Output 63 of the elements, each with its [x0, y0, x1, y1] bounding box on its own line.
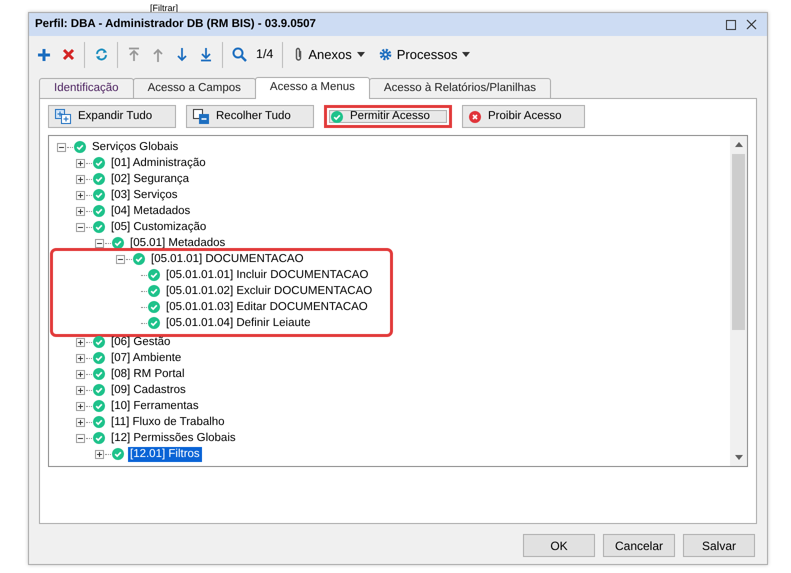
expander-icon[interactable]: [76, 386, 85, 394]
tree-item[interactable]: [09] Cadastros: [109, 382, 188, 398]
expander-icon[interactable]: [76, 158, 85, 168]
tree-item[interactable]: [03] Serviços: [109, 188, 180, 202]
expander-icon[interactable]: [76, 418, 85, 426]
attachments-menu[interactable]: Anexos: [288, 44, 371, 64]
tree-item[interactable]: [05] Customização: [109, 220, 208, 234]
expander-icon[interactable]: [57, 142, 66, 152]
action-button[interactable]: Recolher Tudo: [186, 105, 314, 128]
expander-icon[interactable]: [76, 402, 85, 410]
tree-item[interactable]: [05.01.01.03] Editar DOCUMENTACAO: [164, 300, 370, 314]
check-circle-icon: [331, 110, 343, 122]
maximize-icon[interactable]: [726, 20, 736, 30]
close-icon[interactable]: [746, 19, 756, 30]
tree-item[interactable]: [06] Gestão: [109, 334, 172, 350]
expander-icon[interactable]: [76, 354, 85, 362]
scrollbar[interactable]: [730, 136, 747, 466]
caret-icon: [356, 52, 365, 57]
tree-item[interactable]: [05.01] Metadados: [128, 236, 228, 250]
tree-item[interactable]: [04] Metadados: [109, 204, 192, 218]
tree-item[interactable]: [01] Administração: [109, 156, 208, 170]
expander-icon[interactable]: [76, 370, 85, 378]
action-button[interactable]: Proibir Acesso: [462, 105, 585, 128]
tree-item[interactable]: [11] Fluxo de Trabalho: [109, 414, 227, 430]
tree-item[interactable]: [10] Ferramentas: [109, 398, 201, 414]
processes-menu[interactable]: Processos: [372, 44, 476, 64]
tree-item[interactable]: [05.01.01.01] Incluir DOCUMENTACAO: [164, 268, 370, 282]
action-button[interactable]: Permitir Acesso: [324, 105, 452, 128]
tab[interactable]: Acesso a Menus: [254, 77, 370, 99]
tree-item[interactable]: [05.01.01.04] Definir Leiaute: [164, 316, 312, 330]
expander-icon[interactable]: [116, 254, 125, 264]
expand-all-icon: [55, 109, 71, 124]
expander-icon[interactable]: [76, 190, 85, 200]
tab[interactable]: Identificação: [39, 78, 134, 98]
expander-icon[interactable]: [95, 450, 104, 458]
paperclip-icon: [294, 47, 304, 62]
action-button[interactable]: Expandir Tudo: [48, 105, 176, 128]
expander-icon[interactable]: [95, 238, 104, 248]
dialog-button[interactable]: OK: [523, 534, 595, 557]
expander-icon[interactable]: [76, 206, 85, 216]
dialog-button[interactable]: Cancelar: [603, 534, 675, 557]
window-title: Perfil: DBA - Administrador DB (RM BIS) - 03.9.0507: [35, 16, 317, 32]
gear-icon: [378, 48, 392, 61]
tree-item[interactable]: [05.01.01] DOCUMENTACAO: [149, 252, 306, 266]
scroll-up-arrow-icon[interactable]: [734, 142, 742, 147]
tree-item[interactable]: [08] RM Portal: [109, 366, 186, 382]
expander-icon[interactable]: [76, 222, 85, 232]
scroll-down-arrow-icon[interactable]: [734, 455, 742, 460]
tree-item[interactable]: Serviços Globais: [90, 140, 180, 154]
caret-icon: [462, 52, 470, 57]
page-indicator: 1/4: [255, 46, 274, 64]
expander-icon[interactable]: [76, 338, 85, 346]
expander-icon[interactable]: [76, 434, 85, 442]
tree-item[interactable]: [05.01.01.02] Excluir DOCUMENTACAO: [164, 284, 374, 298]
tab[interactable]: Acesso à Relatórios/Planilhas: [368, 78, 552, 98]
tree-item[interactable]: [02] Segurança: [109, 172, 192, 186]
dialog-button[interactable]: Salvar: [683, 534, 755, 557]
tree-item[interactable]: [12.01] Filtros: [128, 446, 202, 462]
tree-item[interactable]: [07] Ambiente: [109, 350, 184, 366]
collapse-all-icon: [193, 109, 209, 124]
x-circle-icon: [469, 110, 481, 122]
expander-icon[interactable]: [76, 174, 85, 184]
tree-item[interactable]: [12] Permissões Globais: [109, 430, 238, 446]
